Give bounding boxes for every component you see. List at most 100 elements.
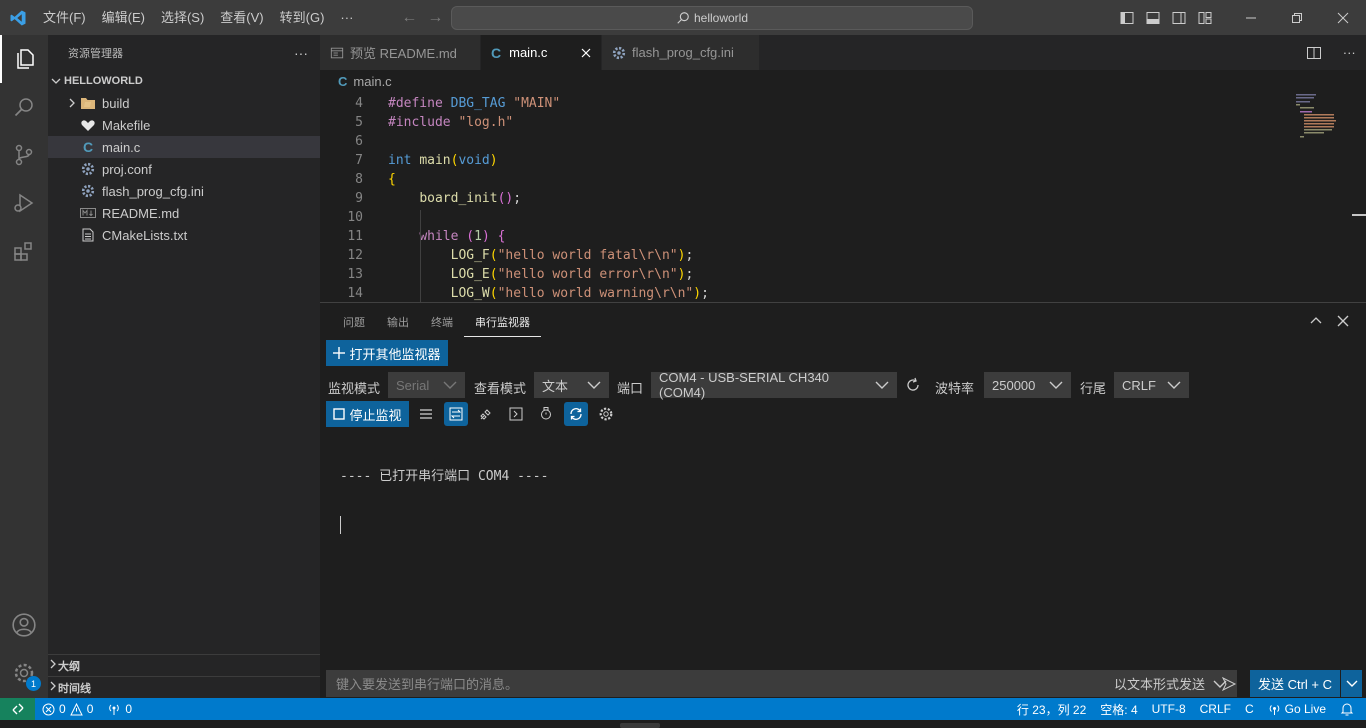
code-line: while (1) { — [419, 229, 506, 244]
monitor-mode-select[interactable]: Serial — [388, 372, 465, 398]
language-mode[interactable]: C — [1238, 698, 1261, 720]
extensions-icon[interactable] — [0, 227, 48, 275]
sidebar-title: 资源管理器 — [68, 47, 123, 60]
toggle-secondary-sidebar-icon[interactable] — [1166, 0, 1192, 35]
close-panel-icon[interactable] — [1337, 315, 1349, 327]
menu-edit[interactable]: 编辑(E) — [94, 0, 153, 35]
clear-output-icon[interactable] — [414, 402, 438, 426]
stop-monitoring-button[interactable]: 停止监视 — [326, 401, 409, 427]
indentation[interactable]: 空格: 4 — [1093, 698, 1144, 720]
remote-indicator[interactable] — [0, 698, 35, 720]
line-number: 13 — [347, 267, 363, 282]
tree-item-cmakelists[interactable]: CMakeLists.txt — [48, 224, 320, 246]
close-tab-icon[interactable] — [581, 48, 591, 58]
toggle-panel-icon[interactable] — [1140, 0, 1166, 35]
tree-item-main-c[interactable]: C main.c — [48, 136, 320, 158]
tree-item-readme[interactable]: README.md — [48, 202, 320, 224]
menu-file[interactable]: 文件(F) — [35, 0, 94, 35]
back-arrow-icon[interactable]: ← — [401, 9, 417, 27]
toggle-autoscroll-icon[interactable] — [444, 402, 468, 426]
tab-flash-prog-cfg[interactable]: flash_prog_cfg.ini — [602, 35, 760, 70]
chevron-down-icon — [1049, 381, 1063, 389]
send-button[interactable]: 发送 Ctrl + C — [1250, 670, 1340, 697]
tab-main-c[interactable]: C main.c — [481, 35, 602, 70]
stop-square-icon — [333, 408, 346, 420]
sidebar-header: 资源管理器 ··· — [48, 35, 320, 70]
customize-layout-icon[interactable] — [1192, 0, 1218, 35]
forward-arrow-icon[interactable]: → — [427, 9, 443, 27]
refresh-ports-icon[interactable] — [905, 377, 921, 393]
menu-more[interactable]: ··· — [332, 0, 361, 35]
line-number: 12 — [347, 248, 363, 263]
send-message-input[interactable]: 键入要发送到串行端口的消息。 以文本形式发送 — [326, 670, 1237, 697]
source-control-icon[interactable] — [0, 131, 48, 179]
accounts-icon[interactable] — [0, 601, 48, 649]
baud-rate-value: 250000 — [992, 377, 1036, 393]
workspace-root[interactable]: HELLOWORLD — [48, 70, 320, 92]
code-editor[interactable]: 4 5 6 7 8 9 10 11 12 13 14 #define DBG_T… — [320, 92, 1366, 302]
restore-icon[interactable] — [1274, 0, 1320, 35]
send-mode-select[interactable]: 以文本形式发送 — [1114, 674, 1227, 693]
settings-gear-icon[interactable] — [594, 402, 618, 426]
auto-reconnect-icon[interactable] — [564, 402, 588, 426]
tab-serial-monitor[interactable]: 串行监视器 — [464, 313, 541, 337]
tree-item-proj-conf[interactable]: proj.conf — [48, 158, 320, 180]
code-line: LOG_E("hello world error\r\n"); — [450, 267, 694, 282]
search-view-icon[interactable] — [0, 83, 48, 131]
send-arrow-icon[interactable] — [1221, 676, 1237, 692]
tab-label: main.c — [509, 45, 548, 60]
terminal-icon[interactable] — [504, 402, 528, 426]
minimap[interactable] — [1294, 92, 1354, 152]
ports-indicator[interactable]: 0 — [100, 698, 139, 720]
line-ending-select[interactable]: CRLF — [1114, 372, 1189, 398]
manage-gear-icon[interactable]: 1 — [0, 649, 48, 697]
encoding[interactable]: UTF-8 — [1145, 698, 1193, 720]
menu-view[interactable]: 查看(V) — [212, 0, 271, 35]
toggle-primary-sidebar-icon[interactable] — [1114, 0, 1140, 35]
tab-problems[interactable]: 问题 — [332, 313, 376, 337]
tree-item-makefile[interactable]: Makefile — [48, 114, 320, 136]
code-line: LOG_W("hello world warning\r\n"); — [450, 286, 709, 301]
code-line: #define DBG_TAG "MAIN" — [388, 96, 561, 111]
plus-icon — [333, 347, 346, 359]
tab-readme-preview[interactable]: 预览 README.md — [320, 35, 481, 70]
baud-rate-select[interactable]: 250000 — [984, 372, 1071, 398]
chevron-right-icon — [48, 659, 58, 672]
text-file-icon — [80, 227, 96, 243]
timestamp-watch-icon[interactable] — [534, 402, 558, 426]
split-editor-icon[interactable] — [1306, 45, 1322, 61]
send-options-button[interactable] — [1341, 670, 1362, 697]
end-of-line[interactable]: CRLF — [1193, 698, 1238, 720]
tree-item-label: build — [102, 95, 130, 111]
tab-output[interactable]: 输出 — [376, 313, 420, 337]
outline-section[interactable]: 大纲 — [48, 654, 320, 676]
minimize-icon[interactable] — [1228, 0, 1274, 35]
view-mode-select[interactable]: 文本 — [534, 372, 609, 398]
tab-terminal[interactable]: 终端 — [420, 313, 464, 337]
connect-plug-icon[interactable] — [474, 402, 498, 426]
breadcrumb-item[interactable]: main.c — [353, 74, 391, 89]
menu-go[interactable]: 转到(G) — [272, 0, 333, 35]
command-center-search[interactable]: helloworld — [451, 6, 973, 30]
menu-bar: 文件(F) 编辑(E) 选择(S) 查看(V) 转到(G) ··· — [35, 0, 361, 35]
timeline-section[interactable]: 时间线 — [48, 676, 320, 698]
send-button-label: 发送 Ctrl + C — [1257, 677, 1333, 692]
run-debug-icon[interactable] — [0, 179, 48, 227]
sidebar-more-icon[interactable]: ··· — [294, 45, 308, 61]
explorer-icon[interactable] — [0, 35, 48, 83]
port-select[interactable]: COM4 - USB-SERIAL CH340 (COM4) — [651, 370, 897, 400]
cursor-position[interactable]: 行 23，列 22 — [1010, 698, 1093, 720]
go-live-button[interactable]: Go Live — [1261, 698, 1333, 720]
problems-indicator[interactable]: 0 0 — [35, 698, 100, 720]
tree-item-build[interactable]: build — [48, 92, 320, 114]
menu-selection[interactable]: 选择(S) — [153, 0, 212, 35]
line-number: 5 — [355, 115, 363, 130]
maximize-panel-icon[interactable] — [1310, 315, 1322, 327]
tab-label: 预览 README.md — [350, 46, 457, 61]
more-actions-icon[interactable]: ··· — [1343, 45, 1356, 60]
close-window-icon[interactable] — [1320, 0, 1366, 35]
notifications-bell-icon[interactable] — [1333, 698, 1366, 720]
open-other-monitor-button[interactable]: 打开其他监视器 — [326, 340, 448, 366]
tree-item-flash-prog-cfg[interactable]: flash_prog_cfg.ini — [48, 180, 320, 202]
chevron-down-icon — [443, 381, 457, 389]
